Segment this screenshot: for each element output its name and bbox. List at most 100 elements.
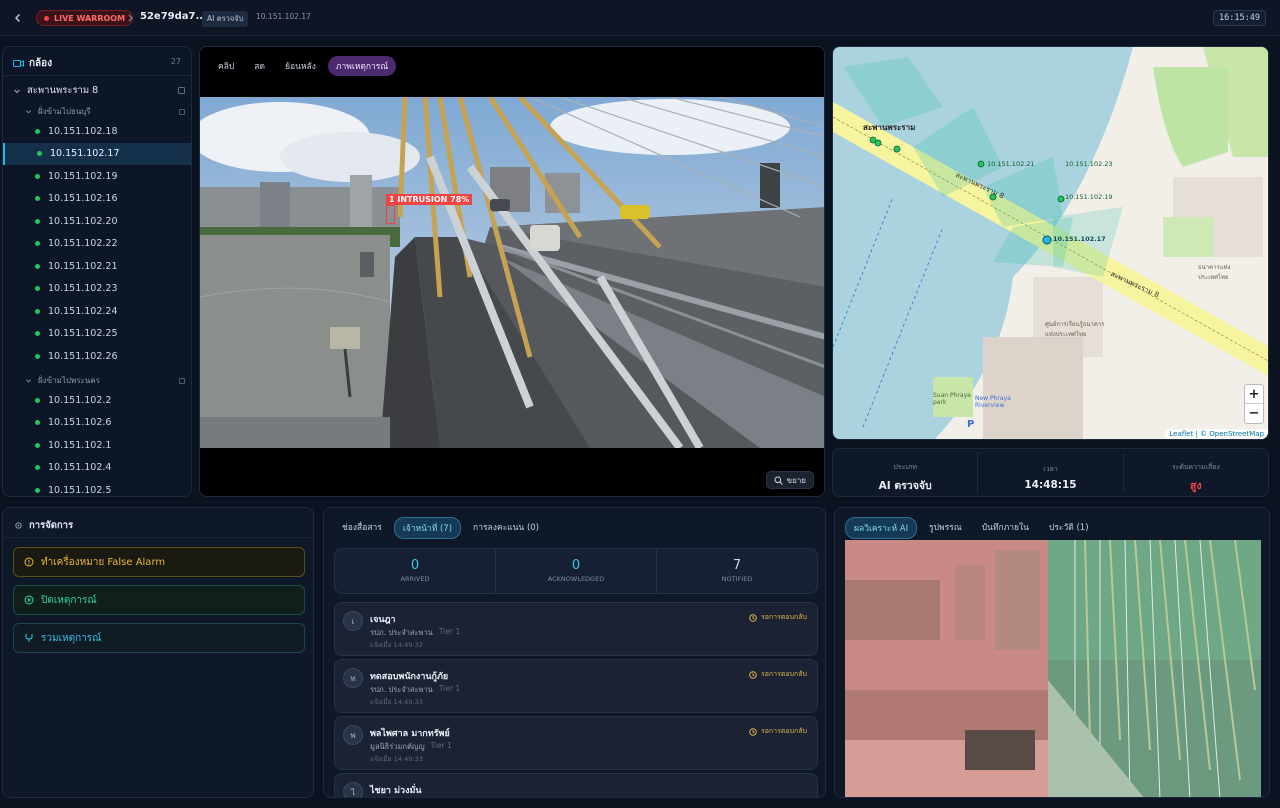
camera-item[interactable]: 10.151.102.25	[3, 323, 191, 346]
subgroup-phra-nakhon[interactable]: ฝั่งข้ามไปพระนคร	[25, 374, 185, 387]
chevron-right-icon	[128, 14, 133, 22]
map-canvas[interactable]	[833, 47, 1269, 440]
type-value: AI ตรวจจับ	[878, 479, 932, 492]
merge-incident-button[interactable]: รวมเหตุการณ์	[13, 623, 305, 653]
tab[interactable]: ประวัติ (1)	[1041, 517, 1097, 539]
camera-ip-label: 10.151.102.24	[48, 305, 118, 317]
staff-role: รปภ. ประจำสะพาน Tier 1	[370, 627, 461, 637]
status-badge: รอการตอบกลับ	[749, 669, 807, 680]
status-badge: รอการตอบกลับ	[749, 612, 807, 623]
tab[interactable]: คลิป	[210, 56, 242, 76]
status-dot-icon	[35, 128, 40, 134]
zoom-out-button[interactable]: −	[1245, 404, 1263, 423]
camera-item[interactable]: 10.151.102.18	[3, 120, 191, 143]
grid-icon[interactable]	[179, 108, 185, 115]
status-dot-icon	[35, 308, 40, 314]
tab[interactable]: ย้อนหลัง	[277, 56, 324, 76]
tier-label: Tier 1	[430, 741, 452, 750]
staff-card[interactable]: พ พลไพศาล มากทรัพย์ มูลนิธิร่วมกตัญญู Tier …	[334, 716, 818, 770]
acknowledged-count: 0	[571, 558, 581, 573]
camera-ip-label: 10.151.102.19	[48, 170, 118, 182]
camera-item[interactable]: 10.151.102.2	[3, 389, 191, 412]
video-panel: คลิป สด ย้อนหลัง ภาพเหตุการณ์ 1 INTRUSIO…	[199, 46, 825, 497]
status-dot-icon	[37, 151, 42, 157]
heatmap-overlay	[845, 540, 1261, 797]
time-value: 14:48:15	[1024, 479, 1077, 491]
camera-item[interactable]: 10.151.102.4	[3, 457, 191, 480]
clock: 16:15:49	[1213, 10, 1266, 26]
staff-name: พลไพศาล มากทรัพย์	[370, 729, 450, 739]
tab[interactable]: ผลวิเคราะห์ AI	[845, 517, 918, 539]
camera-item[interactable]: 10.151.102.22	[3, 233, 191, 256]
tab[interactable]: บันทึกภายใน	[974, 517, 1037, 539]
zoom-in-button[interactable]: +	[1245, 385, 1263, 404]
actions-title: การจัดการ	[29, 520, 74, 531]
camera-ip-label: 10.151.102.18	[48, 125, 118, 137]
chevron-down-icon	[14, 89, 20, 93]
map-place: ธนาคารแห่งประเทศไทย	[1198, 264, 1231, 281]
detection-box[interactable]	[386, 205, 395, 224]
group-bridge[interactable]: สะพานพระราม 8	[13, 83, 185, 98]
camera-ip-label: 10.151.102.4	[48, 462, 112, 474]
staff-card[interactable]: เ เจนฎา รปภ. ประจำสะพาน Tier 1 แจ้งเมื่อ 14:…	[334, 602, 818, 656]
staff-card[interactable]: ท ทดสอบพนักงานกู้ภัย รปภ. ประจำสะพาน Tier 1…	[334, 659, 818, 713]
camera-ip-label: 10.151.102.1	[48, 439, 112, 451]
camera-item[interactable]: 10.151.102.17	[3, 142, 191, 165]
tab[interactable]: การลงคะแนน (0)	[465, 517, 547, 539]
camera-item[interactable]: 10.151.102.21	[3, 255, 191, 278]
camera-ip-label: 10.151.102.17	[50, 148, 120, 160]
map-cam-label: 10.151.102.21	[987, 160, 1035, 168]
camera-item[interactable]: 10.151.102.5	[3, 479, 191, 496]
video-frame: 1 INTRUSION 78%	[200, 97, 824, 448]
merge-icon	[25, 634, 33, 642]
notified-time: แจ้งเมื่อ 14:49:32	[370, 641, 423, 649]
map-attribution[interactable]: Leaflet | © OpenStreetMap	[1165, 429, 1268, 439]
staff-role: รปภ. ประจำสะพาน Tier 1	[370, 684, 461, 694]
status-dot-icon	[35, 218, 40, 224]
camera-item[interactable]: 10.151.102.16	[3, 188, 191, 211]
camera-tree-panel: กล้อง 27 สะพานพระราม 8 ฝั่งข้ามไปธนบุรี …	[2, 46, 192, 497]
camera-ip-label: 10.151.102.16	[48, 193, 118, 205]
chevron-left-icon	[15, 14, 20, 22]
false-alarm-button[interactable]: ทำเครื่องหมาย False Alarm	[13, 547, 305, 577]
close-incident-button[interactable]: ปิดเหตุการณ์	[13, 585, 305, 615]
camera-item[interactable]: 10.151.102.26	[3, 345, 191, 368]
camera-item[interactable]: 10.151.102.24	[3, 300, 191, 323]
status-dot-icon	[35, 487, 40, 493]
parking-icon: P	[967, 419, 975, 430]
analysis-panel: ผลวิเคราะห์ AI รูปพรรณ บันทึกภายใน ประวัติ …	[834, 507, 1270, 798]
camera-item[interactable]: 10.151.102.1	[3, 434, 191, 457]
camera-count: 27	[170, 57, 181, 66]
actions-panel: การจัดการ ทำเครื่องหมาย False Alarm ปิดเ…	[2, 507, 314, 798]
chevron-down-icon	[25, 110, 32, 114]
grid-icon[interactable]	[179, 377, 185, 384]
camera-item[interactable]: 10.151.102.23	[3, 278, 191, 301]
camera-item[interactable]: 10.151.102.19	[3, 165, 191, 188]
status-dot-icon	[35, 420, 40, 426]
arrived-label: ARRIVED	[400, 575, 430, 583]
staff-card[interactable]: ไ ไชยา ม่วงมั่น	[334, 773, 818, 797]
tab[interactable]: สด	[246, 56, 273, 76]
tier-label: Tier 1	[438, 684, 461, 693]
status-dot-icon	[35, 286, 40, 292]
grid-icon[interactable]	[178, 87, 185, 94]
stats-box: 0 ARRIVED 0 ACKNOWLEDGED 7 NOTIFIED	[334, 548, 818, 594]
top-bar: LIVE WARROOM 52e79da7... AI ตรวจจับ 10.1…	[0, 0, 1280, 36]
close-circle-icon	[24, 595, 34, 605]
time-label: เวลา	[1043, 465, 1058, 473]
subgroup-thonburi[interactable]: ฝั่งข้ามไปธนบุรี	[25, 105, 185, 118]
expand-button[interactable]: ขยาย	[765, 471, 814, 489]
tab[interactable]: เจ้าหน้าที่ (7)	[393, 517, 462, 539]
analysis-image	[845, 540, 1261, 797]
tab[interactable]: ภาพเหตุการณ์	[327, 56, 397, 76]
chevron-down-icon	[25, 379, 32, 383]
camera-item[interactable]: 10.151.102.20	[3, 210, 191, 233]
tab[interactable]: รูปพรรณ	[921, 517, 970, 539]
tab[interactable]: ช่องสื่อสาร	[334, 517, 390, 539]
clock-icon	[749, 670, 757, 679]
status-dot-icon	[35, 196, 40, 202]
camera-item[interactable]: 10.151.102.6	[3, 412, 191, 435]
staff-name: เจนฎา	[370, 615, 396, 625]
back-button[interactable]	[10, 10, 26, 26]
camera-ip-label: 10.151.102.5	[48, 484, 112, 496]
